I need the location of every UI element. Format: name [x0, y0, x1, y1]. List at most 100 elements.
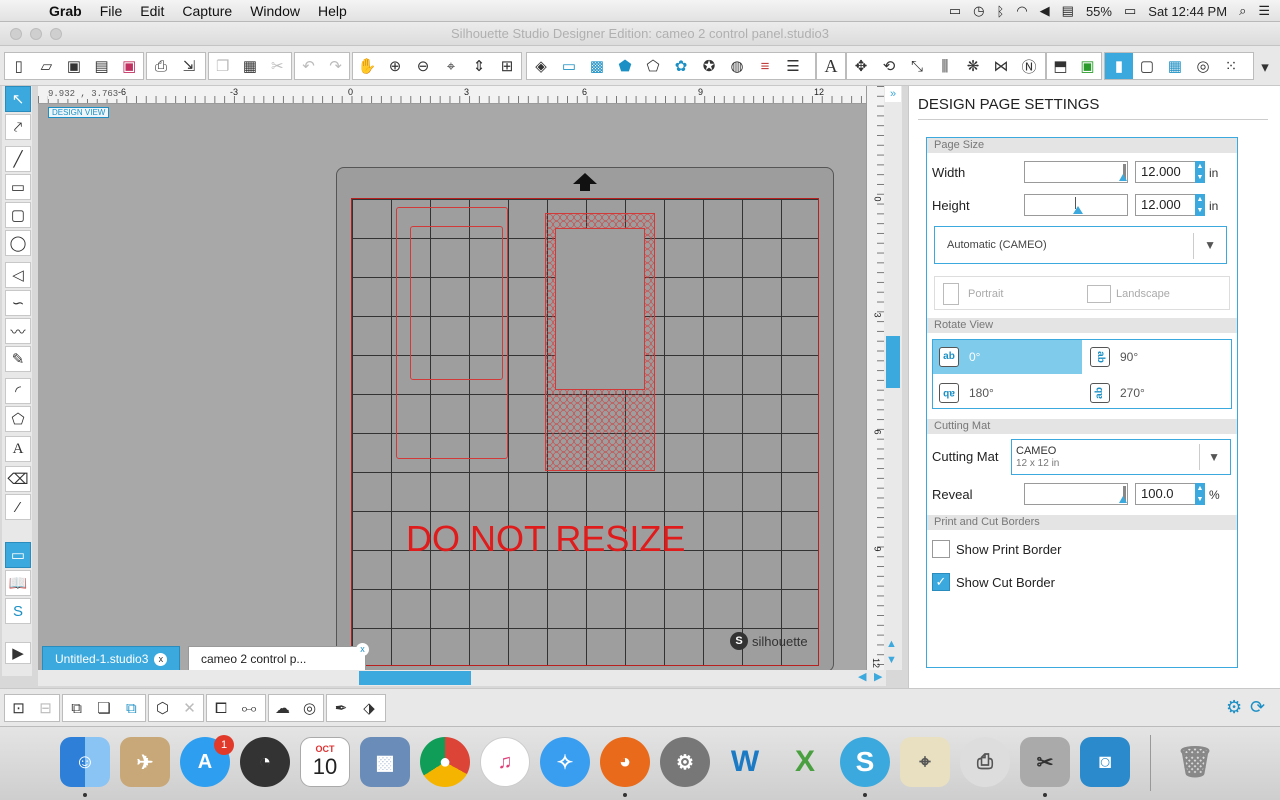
line-color-panel-icon[interactable]: ≡	[751, 53, 779, 79]
toolbar-more-icon[interactable]: ▾	[1256, 54, 1274, 80]
offset-shape-icon[interactable]: ◎	[296, 695, 323, 721]
zoom-in-icon[interactable]: ⊕	[381, 53, 409, 79]
zoom-out-icon[interactable]: ⊖	[409, 53, 437, 79]
menu-help[interactable]: Help	[309, 3, 356, 19]
expand-panel-icon[interactable]: ▶	[5, 642, 31, 664]
system-preferences-icon[interactable]: ⚙	[660, 737, 710, 787]
offset-icon[interactable]: Ⓝ	[1015, 53, 1043, 79]
ungroup-icon[interactable]: ⊟	[32, 695, 59, 721]
menu-file[interactable]: File	[91, 3, 132, 19]
rounded-rectangle-tool-icon[interactable]: ▢	[5, 202, 31, 228]
regular-polygon-tool-icon[interactable]: ⬠	[5, 406, 31, 432]
grid-settings-icon[interactable]: ▦	[1161, 53, 1189, 79]
delete-icon[interactable]: ✕	[176, 695, 203, 721]
settings-gear-icon[interactable]: ⚙	[1226, 697, 1242, 718]
safari-icon[interactable]: ✧	[540, 737, 590, 787]
height-stepper-icon[interactable]: ▲ ▼	[1195, 194, 1205, 216]
line-style-icon[interactable]: ⬠	[639, 53, 667, 79]
modify-icon[interactable]: ⋈	[987, 53, 1015, 79]
word-icon[interactable]: W	[720, 737, 770, 787]
text-style-icon[interactable]: A	[817, 53, 845, 79]
input-menu-icon[interactable]: ▤	[1062, 3, 1074, 19]
design-store-icon[interactable]: ⬒	[1047, 53, 1074, 79]
time-machine-icon[interactable]: ◷	[973, 3, 984, 19]
volume-icon[interactable]: ◀	[1040, 3, 1050, 19]
store-view-icon[interactable]: S	[5, 598, 31, 624]
horizontal-scrollbar[interactable]: ◀ ▶	[38, 670, 886, 686]
open-folder-icon[interactable]: ▱	[33, 53, 61, 79]
menu-edit[interactable]: Edit	[131, 3, 173, 19]
send-icon[interactable]: ⁙	[1217, 53, 1245, 79]
freehand-tool-icon[interactable]: 〰	[5, 318, 31, 344]
library-view-icon[interactable]: 📖	[5, 570, 31, 596]
width-slider[interactable]	[1024, 161, 1128, 183]
print-utility-icon[interactable]: ⎙	[960, 737, 1010, 787]
vertical-scroll-thumb[interactable]	[886, 336, 900, 388]
display-icon[interactable]: ▭	[949, 3, 961, 19]
redo-icon[interactable]: ↷	[322, 53, 349, 79]
trace-icon[interactable]: ✒	[327, 695, 355, 721]
width-stepper-icon[interactable]: ▲ ▼	[1195, 161, 1205, 183]
zoom-selection-icon[interactable]: ⌖	[437, 53, 465, 79]
cut-settings-icon[interactable]: ▢	[1133, 53, 1161, 79]
design-view-icon[interactable]: ▭	[5, 542, 31, 568]
text-tool-icon[interactable]: A	[5, 436, 31, 462]
close-tab-icon[interactable]: x	[154, 653, 168, 667]
menubar-clock[interactable]: Sat 12:44 PM	[1148, 4, 1227, 19]
rotate-180-option[interactable]: ab 180°	[933, 376, 1082, 410]
portrait-icon[interactable]	[943, 283, 959, 305]
scroll-down-icon[interactable]: ▼	[886, 654, 897, 666]
smooth-freehand-tool-icon[interactable]: ✎	[5, 346, 31, 372]
undo-icon[interactable]: ↶	[295, 53, 322, 79]
battery-icon[interactable]: ▭	[1124, 3, 1136, 19]
vertical-scrollbar[interactable]: » ▲ ▼	[884, 86, 902, 670]
menu-window[interactable]: Window	[241, 3, 309, 19]
library-icon[interactable]: ▣	[60, 53, 88, 79]
preview-icon[interactable]: ✈	[120, 737, 170, 787]
reveal-slider[interactable]	[1024, 483, 1128, 505]
finder-icon[interactable]: ☺	[60, 737, 110, 787]
bring-to-front-icon[interactable]: ⧠	[207, 695, 235, 721]
rotate-270-option[interactable]: ab 270°	[1084, 376, 1230, 410]
move-icon[interactable]: ✥	[847, 53, 875, 79]
scale-icon[interactable]: ⤡	[903, 53, 931, 79]
silhouette-studio-icon[interactable]: S	[840, 737, 890, 787]
tab-untitled-1[interactable]: Untitled-1.studio3 x	[42, 646, 181, 670]
registration-icon[interactable]: ◎	[1189, 53, 1217, 79]
minimize-window-button[interactable]	[30, 28, 42, 40]
cut-icon[interactable]: ✂	[264, 53, 291, 79]
rectangle-tool-icon[interactable]: ▭	[5, 174, 31, 200]
group-icon[interactable]: ⊡	[5, 695, 32, 721]
menu-app-name[interactable]: Grab	[40, 3, 91, 19]
duplicate-object-icon[interactable]: ⬡	[149, 695, 176, 721]
paste-icon[interactable]: ▦	[236, 53, 263, 79]
make-compound-icon[interactable]: ⧉	[63, 695, 90, 721]
height-slider[interactable]	[1024, 194, 1128, 216]
horizontal-scroll-thumb[interactable]	[359, 671, 471, 685]
image-capture-icon[interactable]: ◙	[1080, 737, 1130, 787]
portrait-option[interactable]: Portrait	[968, 288, 1003, 300]
width-slider-handle-icon[interactable]	[1119, 174, 1127, 181]
height-slider-handle-icon[interactable]	[1073, 206, 1083, 214]
weld-icon[interactable]: ☁	[269, 695, 296, 721]
polygon-tool-icon[interactable]: ◁	[5, 262, 31, 288]
page-size-preset-select[interactable]: Automatic (CAMEO) ▼	[934, 226, 1227, 264]
height-input[interactable]: 12.000 ▲ ▼	[1135, 194, 1205, 216]
landscape-icon[interactable]	[1087, 285, 1111, 303]
chevron-down-icon[interactable]: ▼	[1208, 450, 1220, 464]
new-document-icon[interactable]: ▯	[5, 53, 33, 79]
landscape-option[interactable]: Landscape	[1116, 288, 1170, 300]
library-store-icon[interactable]: ▣	[1074, 53, 1101, 79]
trash-icon[interactable]: 🗑	[1170, 737, 1220, 787]
warning-text[interactable]: DO NOT RESIZE	[406, 518, 685, 560]
gradient-icon[interactable]: ▭	[555, 53, 583, 79]
arc-tool-icon[interactable]: ◜	[5, 378, 31, 404]
close-window-button[interactable]	[10, 28, 22, 40]
reveal-stepper-icon[interactable]: ▲ ▼	[1195, 483, 1205, 505]
show-print-border-label[interactable]: Show Print Border	[956, 542, 1062, 557]
maps-icon[interactable]: ⌖	[900, 737, 950, 787]
cutting-mat-select[interactable]: CAMEO 12 x 12 in ▼	[1011, 439, 1231, 475]
release-compound-icon[interactable]: ❏	[90, 695, 117, 721]
collapse-panel-icon[interactable]: »	[885, 86, 901, 102]
grab-icon[interactable]: ✂	[1020, 737, 1070, 787]
